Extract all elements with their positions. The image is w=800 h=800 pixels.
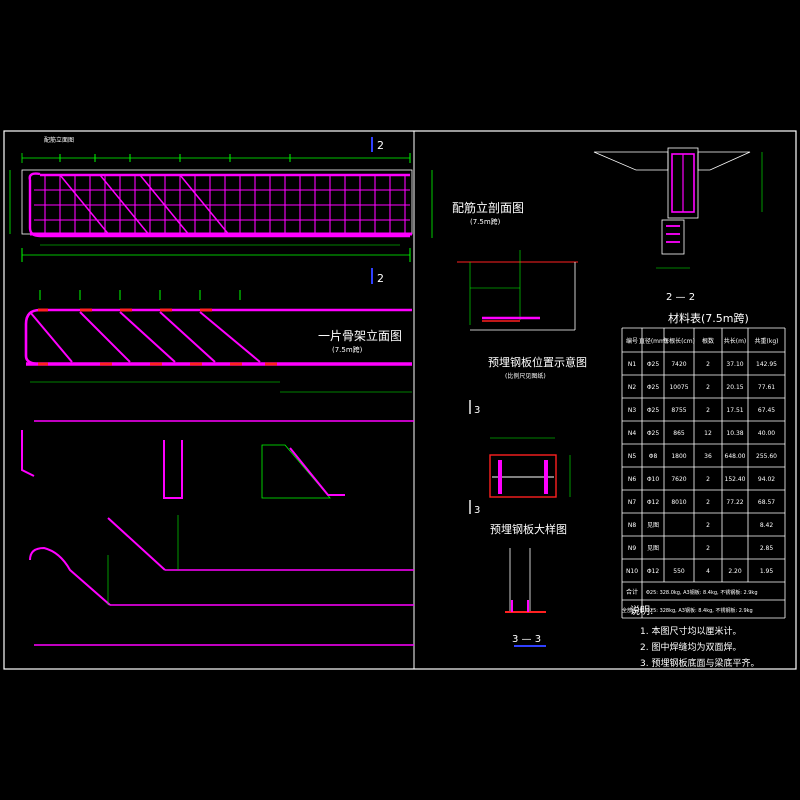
plate-detail xyxy=(489,437,571,498)
table-cell: 648.00 xyxy=(725,453,746,460)
table-grand-text: Φ25: 328kg, A3钢板: 8.4kg, 不锈钢板: 2.9kg xyxy=(646,607,753,614)
table-cell: N10 xyxy=(626,568,638,575)
table-cell: 20.15 xyxy=(726,384,743,391)
table-cell: 255.60 xyxy=(756,453,777,460)
table-cell: 2.85 xyxy=(760,545,774,552)
table-cell: Φ10 xyxy=(647,476,660,483)
table-cell: 67.45 xyxy=(758,407,775,414)
table-cell: 4 xyxy=(706,568,710,575)
table-cell: 77.61 xyxy=(758,384,775,391)
table-cell: 8010 xyxy=(671,499,686,506)
section-3-3-drawing xyxy=(505,548,546,613)
table-cell: 36 xyxy=(704,453,712,460)
table-cell: N7 xyxy=(628,499,636,506)
table-cell: 10.38 xyxy=(726,430,743,437)
table-cell: 7620 xyxy=(671,476,686,483)
table-cell: 2 xyxy=(706,407,710,414)
table-cell: 550 xyxy=(673,568,685,575)
table-cell: 865 xyxy=(673,430,685,437)
section-3-3-label: 3 — 3 xyxy=(512,634,541,645)
table-cell: Φ8 xyxy=(649,453,658,460)
table-header-cell: 共长(m) xyxy=(724,337,747,345)
table-total-label: 合计 xyxy=(626,588,638,596)
table-cell: 12 xyxy=(704,430,712,437)
table-cell: 94.02 xyxy=(758,476,775,483)
plate-position xyxy=(457,250,578,331)
table-total-text: Φ25: 328.0kg, A3钢板: 8.4kg, 不锈钢板: 2.9kg xyxy=(646,589,758,596)
table-header-cell: 根数 xyxy=(702,337,714,345)
table-cell: 1.95 xyxy=(760,568,774,575)
table-cell: 17.51 xyxy=(726,407,743,414)
section-title: 配筋立剖面图 xyxy=(452,200,524,215)
table-cell: 见图 xyxy=(647,522,659,529)
table-cell: 8.42 xyxy=(760,522,774,529)
table-cell: 2 xyxy=(706,522,710,529)
table-cell: 2 xyxy=(706,361,710,368)
table-cell: 2 xyxy=(706,384,710,391)
table-cell: 142.95 xyxy=(756,361,777,368)
engineering-drawing: 配筋立面图 2 2 一片骨架立面图 (7.5m跨) 配筋立剖面图 (7.5m跨)… xyxy=(3,130,797,670)
table-cell: 2 xyxy=(706,476,710,483)
svg-text:配筋立面图: 配筋立面图 xyxy=(44,136,74,144)
table-header-cell: 每根长(cm) xyxy=(663,337,695,345)
section-mark-2-bottom: 2 xyxy=(377,272,384,285)
table-cell: N2 xyxy=(628,384,636,391)
table-cell: 37.10 xyxy=(726,361,743,368)
table-cell: Φ12 xyxy=(647,568,660,575)
table-header-cell: 编号 xyxy=(626,337,638,345)
plate-detail-title: 预埋钢板大样图 xyxy=(490,522,567,536)
table-cell: N3 xyxy=(628,407,636,414)
table-cell: 2.20 xyxy=(728,568,742,575)
section-2-2-label: 2 — 2 xyxy=(666,292,695,303)
table-header-cell: 共重(kg) xyxy=(755,337,779,345)
table-cell: 1800 xyxy=(671,453,686,460)
table-cell: N8 xyxy=(628,522,636,529)
table-cell: 77.22 xyxy=(726,499,743,506)
table-cell: 见图 xyxy=(647,545,659,552)
material-table: 编号 直径(mm)每根长(cm) 根数 共长(m) 共重(kg)N1 Φ25 7420 2 37… xyxy=(621,327,786,619)
table-cell: N4 xyxy=(628,430,636,437)
section-mark-3-bottom: 3 xyxy=(474,505,480,516)
table-cell: 40.00 xyxy=(758,430,775,437)
section-scale: (7.5m跨) xyxy=(470,217,501,226)
table-cell: 152.40 xyxy=(725,476,746,483)
table-cell: Φ25 xyxy=(647,361,660,368)
table-cell: 8755 xyxy=(671,407,686,414)
section-mark-3-top: 3 xyxy=(474,405,480,416)
note-3: 3. 预埋钢板底面与梁底平齐。 xyxy=(640,657,759,669)
plate-pos-title: 预埋钢板位置示意图 xyxy=(488,355,587,369)
reinforcement-elevation: 配筋立面图 xyxy=(9,136,433,284)
table-cell: 2 xyxy=(706,545,710,552)
material-table-title: 材料表(7.5m跨) xyxy=(668,311,749,325)
rib-title: 一片骨架立面图 xyxy=(318,328,402,343)
table-cell: N1 xyxy=(628,361,636,368)
table-cell: N6 xyxy=(628,476,636,483)
plate-pos-scale: (比例尺见图纸) xyxy=(505,372,546,380)
table-cell: Φ25 xyxy=(647,407,660,414)
table-cell: 7420 xyxy=(671,361,686,368)
table-cell: N5 xyxy=(628,453,636,460)
table-cell: Φ12 xyxy=(647,499,660,506)
bar-details xyxy=(21,420,414,646)
table-cell: 2 xyxy=(706,499,710,506)
table-cell: Φ25 xyxy=(647,384,660,391)
note-2: 2. 图中焊缝均为双面焊。 xyxy=(640,641,741,653)
rib-scale: (7.5m跨) xyxy=(332,345,363,354)
table-cell: 68.57 xyxy=(758,499,775,506)
section-mark-2-top: 2 xyxy=(377,139,384,152)
section-2-2-drawing xyxy=(593,147,763,269)
table-cell: 10075 xyxy=(669,384,688,391)
table-cell: Φ25 xyxy=(647,430,660,437)
notes-title: 说明: xyxy=(630,604,653,617)
note-1: 1. 本图尺寸均以厘米计。 xyxy=(640,625,741,637)
table-cell: N9 xyxy=(628,545,636,552)
